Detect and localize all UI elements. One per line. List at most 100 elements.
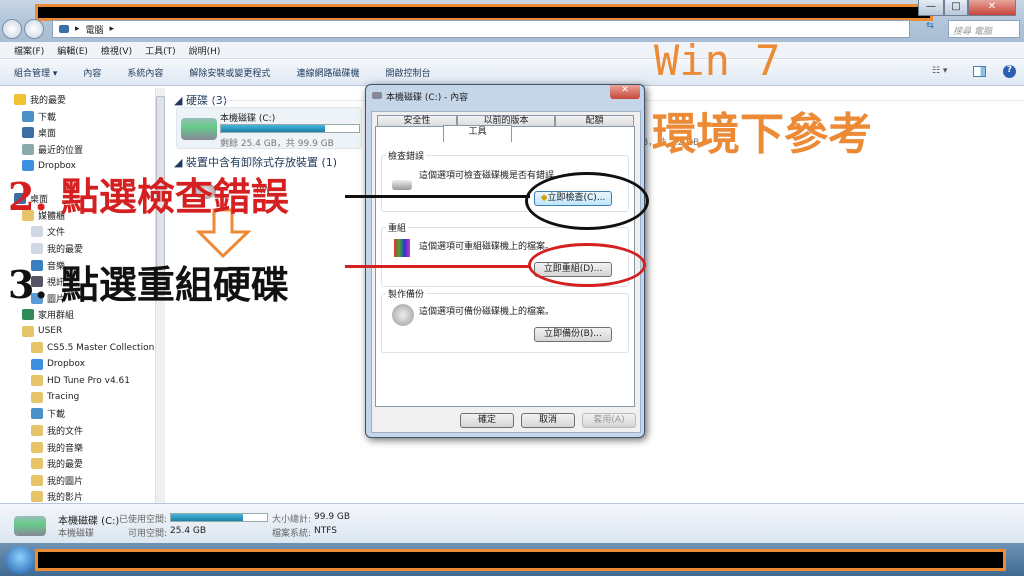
backup-now-button[interactable]: 立即備份(B)... — [534, 327, 612, 342]
sidebar-item-label: 最近的位置 — [38, 145, 84, 156]
sidebar-item-label: 我的最愛 — [30, 96, 67, 106]
backup-icon — [392, 304, 414, 326]
drive-c-usage-fill — [221, 125, 325, 132]
sidebar-item[interactable]: 下載 — [22, 109, 56, 124]
step2-highlight-ellipse — [525, 172, 649, 230]
step3-highlight-ellipse — [528, 243, 646, 287]
details-total-value: 99.9 GB — [314, 512, 351, 522]
sidebar-item[interactable]: USER — [22, 324, 62, 339]
backup-desc: 這個選項可備份磁碟機上的檔案。 — [419, 307, 555, 317]
breadcrumb-arrow-icon: ▸ — [75, 24, 80, 34]
menu-edit[interactable]: 編輯(E) — [57, 44, 88, 57]
details-total-label: 大小總計: — [272, 515, 312, 525]
sidebar-item-label: 我的最愛 — [47, 244, 84, 255]
sidebar-item[interactable]: 最近的位置 — [22, 142, 83, 157]
documents-icon — [31, 226, 43, 238]
details-drive-type: 本機磁碟 — [58, 529, 95, 539]
hard-drive-icon — [14, 516, 46, 536]
star-icon — [14, 94, 26, 105]
sidebar-item-label: HD Tune Pro v4.61 — [47, 375, 130, 386]
sidebar-item[interactable]: 我的音樂 — [31, 440, 83, 455]
homegroup-icon — [22, 309, 34, 321]
menu-tools[interactable]: 工具(T) — [145, 44, 176, 57]
map-drive-button[interactable]: 連線網路磁碟機 — [296, 66, 359, 79]
back-button[interactable] — [2, 19, 22, 39]
sidebar-item[interactable]: 我的文件 — [31, 423, 83, 438]
step3-annotation: 3. 點選重組硬碟 — [8, 262, 289, 307]
tab-tools[interactable]: 工具 — [443, 125, 512, 142]
search-input[interactable]: 搜尋 電腦 — [948, 20, 1020, 38]
step2-pointer-line — [345, 195, 530, 198]
ok-button[interactable]: 確定 — [460, 413, 514, 428]
sidebar-item-label: 下載 — [38, 112, 57, 123]
folder-icon — [31, 342, 43, 354]
sidebar-item[interactable]: Tracing — [31, 390, 79, 405]
dialog-close-button[interactable]: ✕ — [610, 85, 640, 99]
computer-icon — [59, 25, 69, 33]
sidebar-item[interactable]: HD Tune Pro v4.61 — [31, 373, 130, 388]
step2-annotation: 2. 點選檢查錯誤 — [8, 174, 289, 219]
control-panel-button[interactable]: 開啟控制台 — [385, 66, 430, 79]
breadcrumb-computer[interactable]: 電腦 — [86, 23, 104, 36]
folder-icon — [31, 391, 43, 403]
sidebar-item[interactable]: 文件 — [31, 224, 65, 239]
folder-icon — [31, 375, 43, 387]
command-bar: 組合管理 ▾ 內容 系統內容 解除安裝或變更程式 連線網路磁碟機 開啟控制台 — [0, 60, 1024, 86]
sidebar-item-label: CS5.5 Master Collection — [47, 342, 155, 353]
defrag-title: 重組 — [386, 221, 409, 234]
folder-icon — [31, 491, 43, 503]
start-button[interactable] — [6, 546, 34, 574]
sidebar-item-label: 我的最愛 — [47, 460, 84, 471]
backup-title: 製作備份 — [386, 287, 427, 300]
details-fs-label: 檔案系統: — [272, 529, 312, 539]
organize-button[interactable]: 組合管理 ▾ — [14, 66, 57, 79]
sidebar-item[interactable]: 我的最愛 — [31, 456, 83, 471]
hard-drive-icon — [181, 118, 217, 140]
menu-view[interactable]: 檢視(V) — [101, 44, 132, 57]
properties-button[interactable]: 內容 — [83, 66, 101, 79]
menu-help[interactable]: 說明(H) — [189, 44, 221, 57]
sidebar-item-label: 我的音樂 — [47, 443, 84, 454]
system-properties-button[interactable]: 系統內容 — [127, 66, 163, 79]
backup-group: 製作備份 這個選項可備份磁碟機上的檔案。 立即備份(B)... — [381, 287, 629, 353]
view-options-icon[interactable]: ☷ ▾ — [932, 66, 947, 76]
minimize-button[interactable]: — — [918, 0, 944, 16]
details-usage-bar — [170, 513, 268, 522]
preview-pane-icon[interactable] — [973, 66, 986, 77]
sidebar-item-label: 下載 — [47, 410, 66, 421]
close-button[interactable]: ✕ — [968, 0, 1016, 16]
forward-button[interactable] — [24, 19, 44, 39]
sidebar-item[interactable]: 我的影片 — [31, 489, 83, 504]
menu-file[interactable]: 檔案(F) — [14, 44, 44, 57]
sidebar-item[interactable]: 桌面 — [22, 125, 56, 140]
address-bar[interactable]: ▸ 電腦 ▸ — [52, 20, 910, 38]
cancel-button[interactable]: 取消 — [521, 413, 575, 428]
user-folder-icon — [22, 325, 34, 337]
help-icon[interactable]: ? — [1003, 65, 1016, 78]
environment-annotation: 環境下參考 — [652, 109, 872, 160]
sidebar-item[interactable]: 我的圖片 — [31, 473, 83, 488]
defrag-icon — [394, 239, 410, 257]
sidebar-item[interactable]: CS5.5 Master Collection — [31, 340, 154, 355]
check-errors-desc: 這個選項可檢查磁碟機是否有錯誤。 — [419, 171, 564, 181]
sidebar-item-label: 我的影片 — [47, 493, 84, 504]
recent-places-icon — [22, 143, 34, 155]
uninstall-button[interactable]: 解除安裝或變更程式 — [189, 66, 270, 79]
sidebar-item-label: 文件 — [47, 228, 66, 239]
downloads-folder-icon — [31, 408, 43, 420]
sidebar-item[interactable]: 家用群組 — [22, 307, 74, 322]
drive-c-tile[interactable]: 本機磁碟 (C:) 剩餘 25.4 GB，共 99.9 GB — [176, 107, 362, 149]
folder-icon — [31, 441, 43, 453]
redacted-title — [35, 4, 933, 21]
sidebar-item-label: 家用群組 — [38, 311, 75, 322]
maximize-button[interactable]: □ — [944, 0, 968, 16]
dialog-title: 本機磁碟 (C:) - 內容 — [386, 93, 469, 103]
sidebar-item[interactable]: 我的最愛 — [14, 92, 66, 107]
menu-bar: 檔案(F) 編輯(E) 檢視(V) 工具(T) 說明(H) — [0, 42, 1024, 59]
folder-icon — [31, 425, 43, 436]
sidebar-item[interactable]: Dropbox — [31, 357, 85, 372]
refresh-icon[interactable]: ⇆ — [916, 21, 944, 37]
sidebar-item[interactable]: 下載 — [31, 406, 65, 421]
apply-button[interactable]: 套用(A) — [582, 413, 636, 428]
drive-c-free-space: 剩餘 25.4 GB，共 99.9 GB — [220, 139, 334, 149]
